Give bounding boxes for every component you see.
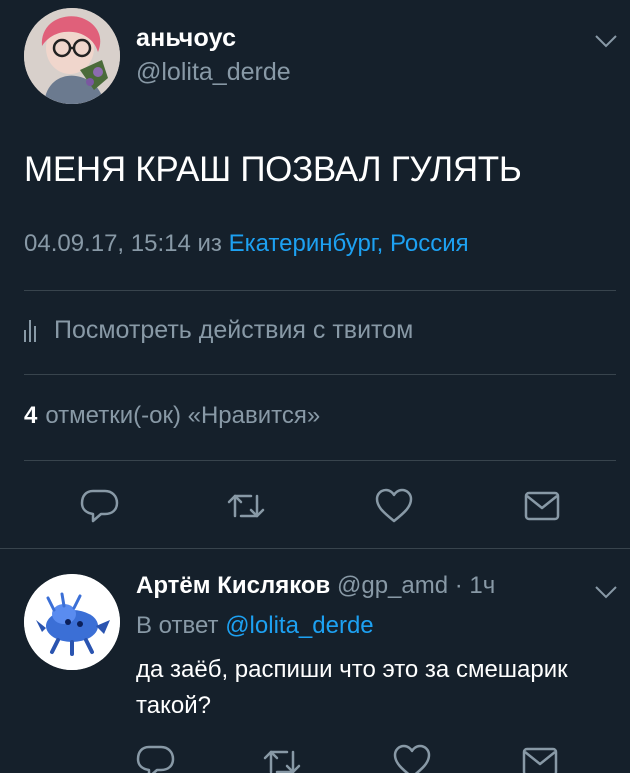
tweet-activity-link[interactable]: Посмотреть действия с твитом — [24, 316, 413, 345]
from-label: из — [190, 230, 229, 257]
chevron-down-icon[interactable] — [594, 33, 618, 49]
tweet-location-link[interactable]: Екатеринбург, Россия — [229, 230, 469, 257]
avatar-photo-icon — [24, 8, 120, 104]
likes-summary[interactable]: 4 отметки(-ок) «Нравится» — [24, 402, 320, 430]
reply-header: Артём Кисляков @gp_amd · 1ч — [136, 572, 495, 600]
share-icon[interactable] — [522, 486, 562, 526]
reply-mention-link[interactable]: @lolita_derde — [225, 612, 373, 639]
reply-prefix: В ответ — [136, 612, 219, 639]
main-tweet: аньчоус @lolita_derde МЕНЯ КРАШ ПОЗВАЛ Г… — [0, 0, 630, 548]
divider — [24, 290, 616, 291]
divider — [24, 374, 616, 375]
retweet-icon[interactable] — [226, 486, 266, 526]
tweet-meta: 04.09.17, 15:14 из Екатеринбург, Россия — [24, 230, 469, 258]
share-icon[interactable] — [520, 742, 560, 773]
creature-avatar-icon — [24, 574, 120, 670]
activity-label: Посмотреть действия с твитом — [54, 316, 414, 344]
reply-text: да заёб, распиши что это за смешарик так… — [136, 656, 568, 719]
retweet-icon[interactable] — [262, 742, 302, 773]
reply-author-name[interactable]: Артём Кисляков — [136, 572, 330, 599]
tweet-datetime: 04.09.17, 15:14 — [24, 230, 191, 257]
separator-dot: · — [454, 572, 463, 599]
reply-author-avatar[interactable] — [24, 574, 120, 670]
analytics-icon — [24, 319, 36, 342]
tweet-text: МЕНЯ КРАШ ПОЗВАЛ ГУЛЯТЬ — [24, 150, 522, 189]
likes-label: отметки(-ок) «Нравится» — [45, 402, 321, 429]
divider — [24, 460, 616, 461]
author-handle[interactable]: @lolita_derde — [136, 58, 291, 87]
reply-icon[interactable] — [79, 486, 119, 526]
reply-time[interactable]: 1ч — [469, 572, 495, 599]
reply-author-handle[interactable]: @gp_amd — [337, 572, 448, 599]
section-divider — [0, 548, 630, 549]
like-icon[interactable] — [374, 486, 414, 526]
author-avatar[interactable] — [24, 8, 120, 104]
reply-icon[interactable] — [135, 742, 175, 773]
reply-context: В ответ @lolita_derde — [136, 612, 374, 640]
author-name[interactable]: аньчоус — [136, 24, 236, 53]
like-icon[interactable] — [392, 742, 432, 773]
likes-count: 4 — [24, 402, 38, 429]
chevron-down-icon[interactable] — [594, 584, 618, 600]
